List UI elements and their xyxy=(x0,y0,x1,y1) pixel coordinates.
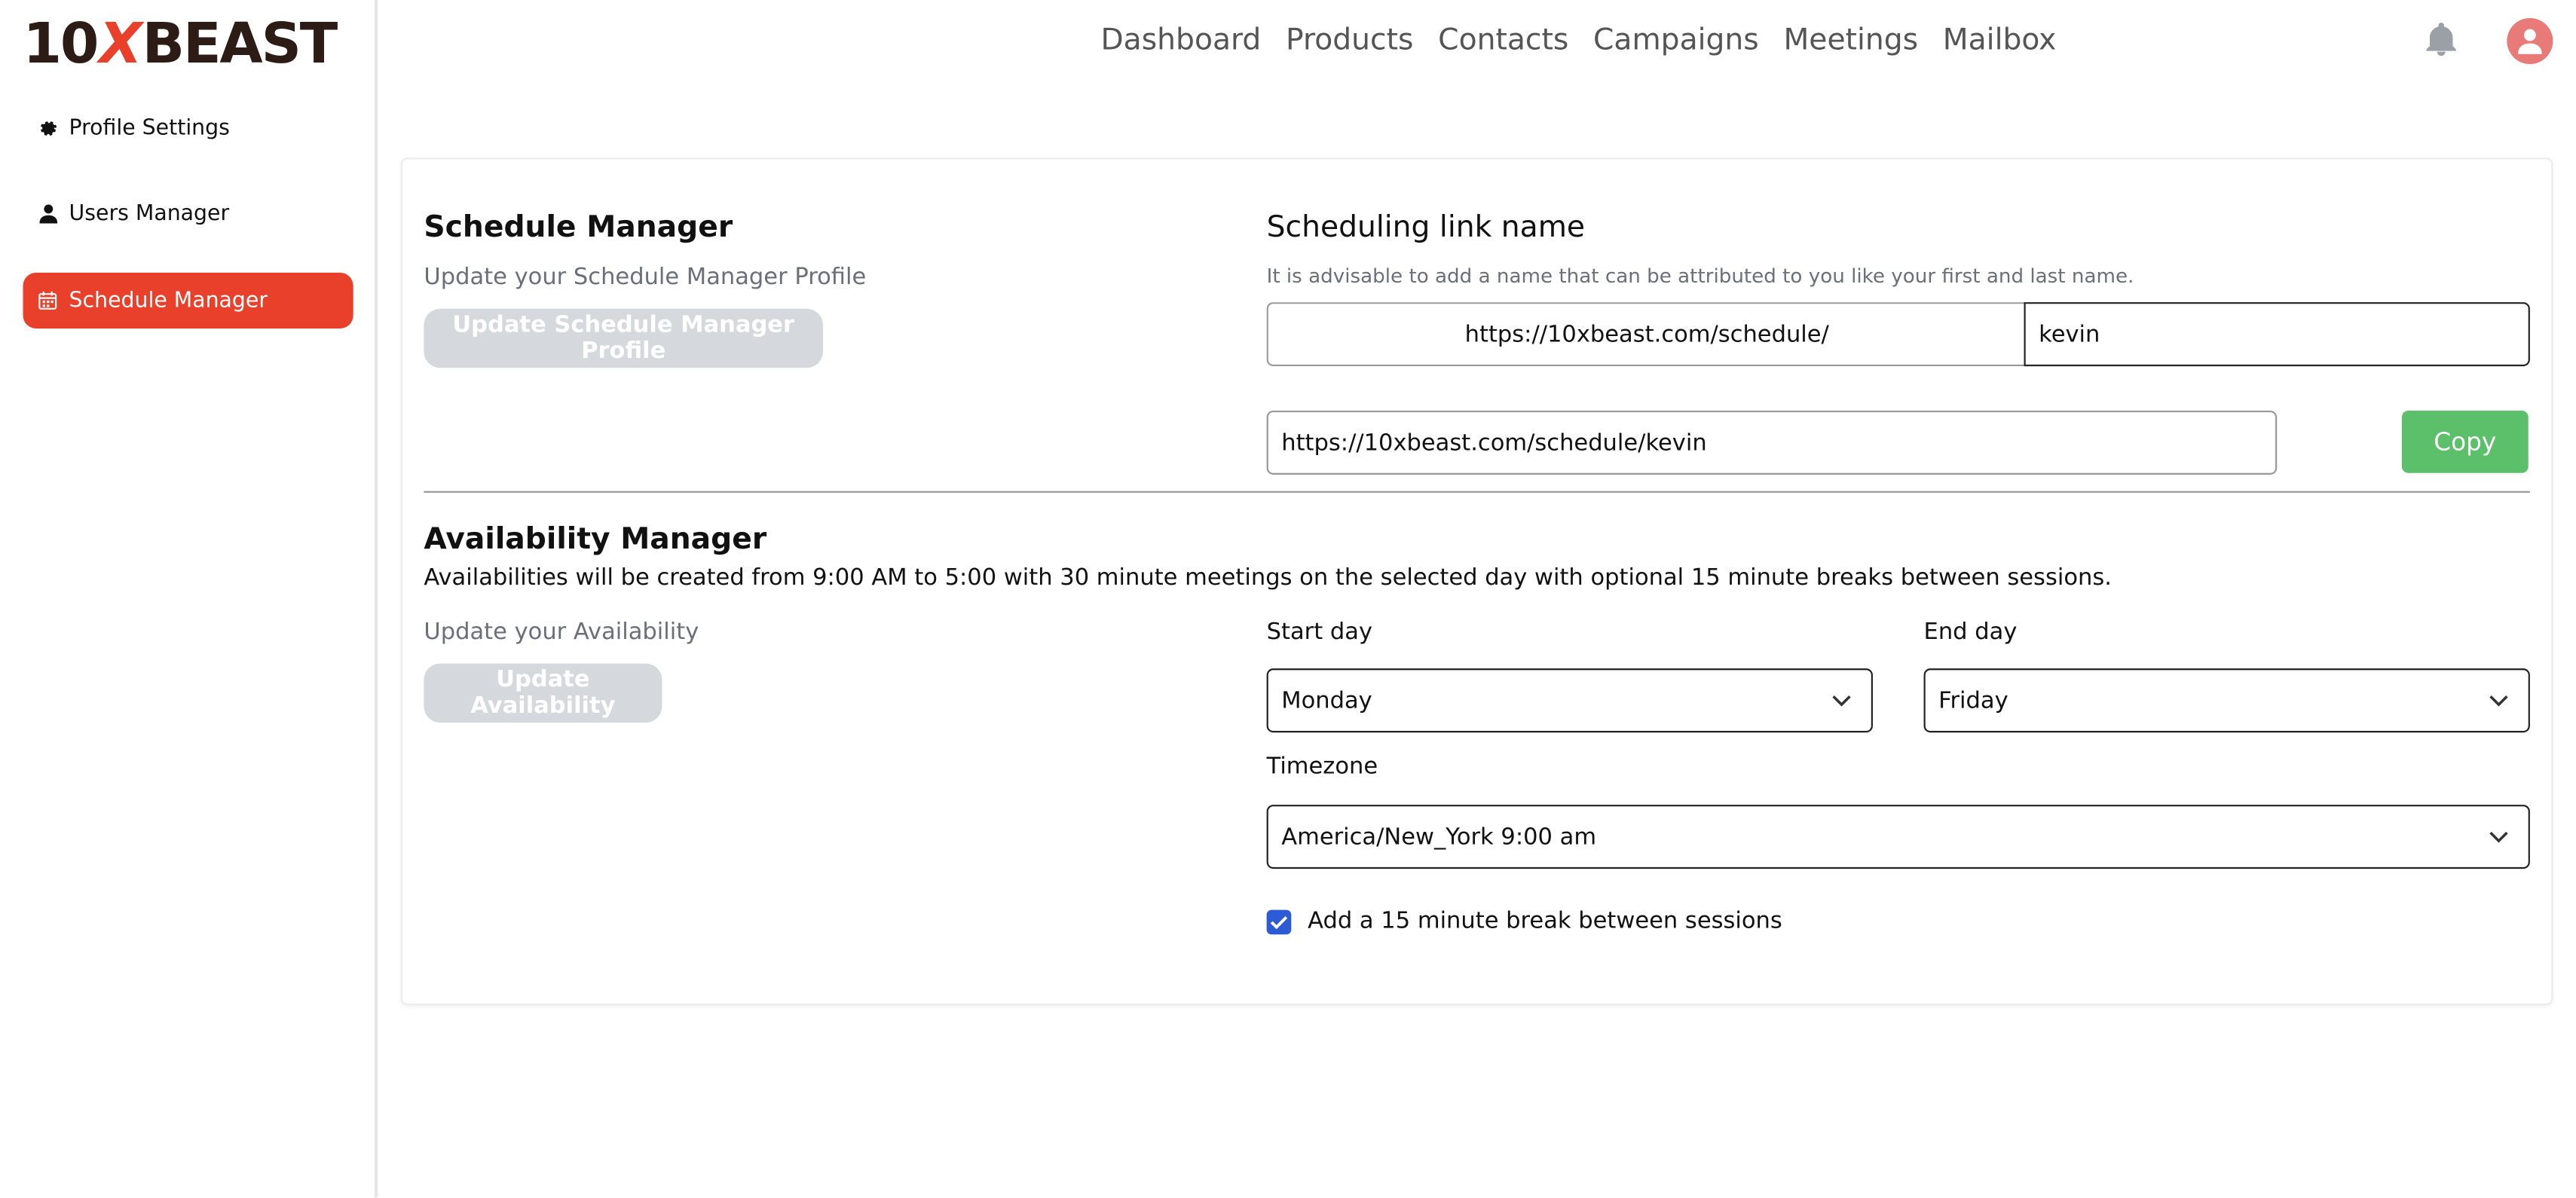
link-name-input[interactable]: kevin xyxy=(2024,302,2530,367)
end-day-label: End day xyxy=(1923,619,2018,646)
nav-mailbox[interactable]: Mailbox xyxy=(1943,23,2057,58)
end-day-value: Friday xyxy=(1938,687,2008,714)
update-availability-button[interactable]: Update Availability xyxy=(424,663,662,723)
sidebar-item-schedule-manager[interactable]: Schedule Manager xyxy=(23,272,353,329)
sidebar-item-label: Users Manager xyxy=(69,201,230,226)
link-prefix-field: https://10xbeast.com/schedule/ xyxy=(1266,302,2026,367)
availability-subtitle: Update your Availability xyxy=(424,619,699,646)
availability-manager-title: Availability Manager xyxy=(424,522,767,557)
schedule-manager-title: Schedule Manager xyxy=(424,210,733,245)
bell-icon[interactable] xyxy=(2422,20,2461,59)
logo-text-left: 10 xyxy=(23,11,99,78)
sidebar-item-profile-settings[interactable]: Profile Settings xyxy=(23,100,353,156)
nav-products[interactable]: Products xyxy=(1286,23,1413,58)
start-day-value: Monday xyxy=(1281,687,1372,714)
full-link-value: https://10xbeast.com/schedule/kevin xyxy=(1281,429,1707,456)
update-schedule-profile-button[interactable]: Update Schedule Manager Profile xyxy=(424,308,824,368)
break-checkbox-label[interactable]: Add a 15 minute break between sessions xyxy=(1308,908,1782,934)
link-prefix-text: https://10xbeast.com/schedule/ xyxy=(1464,321,1829,348)
scheduling-link-hint: It is advisable to add a name that can b… xyxy=(1266,264,2134,288)
nav-dashboard[interactable]: Dashboard xyxy=(1100,23,1261,58)
avatar[interactable] xyxy=(2507,17,2553,65)
nav-contacts[interactable]: Contacts xyxy=(1438,23,1568,58)
full-link-field[interactable]: https://10xbeast.com/schedule/kevin xyxy=(1266,410,2278,475)
sidebar-item-label: Schedule Manager xyxy=(69,288,268,313)
chevron-down-icon xyxy=(2489,694,2508,706)
link-name-value: kevin xyxy=(2039,321,2100,348)
sidebar-item-users-manager[interactable]: Users Manager xyxy=(23,185,353,241)
copy-button[interactable]: Copy xyxy=(2401,410,2529,473)
check-icon xyxy=(1270,916,1288,930)
nav-meetings[interactable]: Meetings xyxy=(1783,23,1918,58)
end-day-select[interactable]: Friday xyxy=(1923,668,2530,733)
timezone-label: Timezone xyxy=(1266,753,1378,781)
top-nav: Dashboard Products Contacts Campaigns Me… xyxy=(1100,23,2081,58)
scheduling-link-title: Scheduling link name xyxy=(1266,210,1586,245)
break-checkbox[interactable] xyxy=(1266,909,1292,935)
user-icon xyxy=(36,202,60,225)
timezone-value: America/New_York 9:00 am xyxy=(1281,824,1597,851)
logo-text-x: X xyxy=(99,11,142,78)
nav-campaigns[interactable]: Campaigns xyxy=(1593,23,1759,58)
logo-text-right: BEAST xyxy=(142,11,338,78)
start-day-select[interactable]: Monday xyxy=(1266,668,1873,733)
sidebar: 10 X BEAST Profile Settings Users Manager … xyxy=(0,0,378,1198)
section-divider xyxy=(424,491,2530,493)
start-day-label: Start day xyxy=(1266,619,1373,646)
chevron-down-icon xyxy=(1832,694,1851,706)
user-avatar-icon xyxy=(2518,29,2542,54)
gear-icon xyxy=(36,117,60,140)
calendar-icon xyxy=(36,289,60,313)
timezone-select[interactable]: America/New_York 9:00 am xyxy=(1266,805,2530,869)
availability-description: Availabilities will be created from 9:00… xyxy=(424,564,2112,591)
schedule-manager-subtitle: Update your Schedule Manager Profile xyxy=(424,264,867,291)
chevron-down-icon xyxy=(2489,830,2508,842)
sidebar-item-label: Profile Settings xyxy=(69,115,230,141)
brand-logo[interactable]: 10 X BEAST xyxy=(23,11,338,78)
app-root: 10 X BEAST Profile Settings Users Manager … xyxy=(0,0,2576,1198)
